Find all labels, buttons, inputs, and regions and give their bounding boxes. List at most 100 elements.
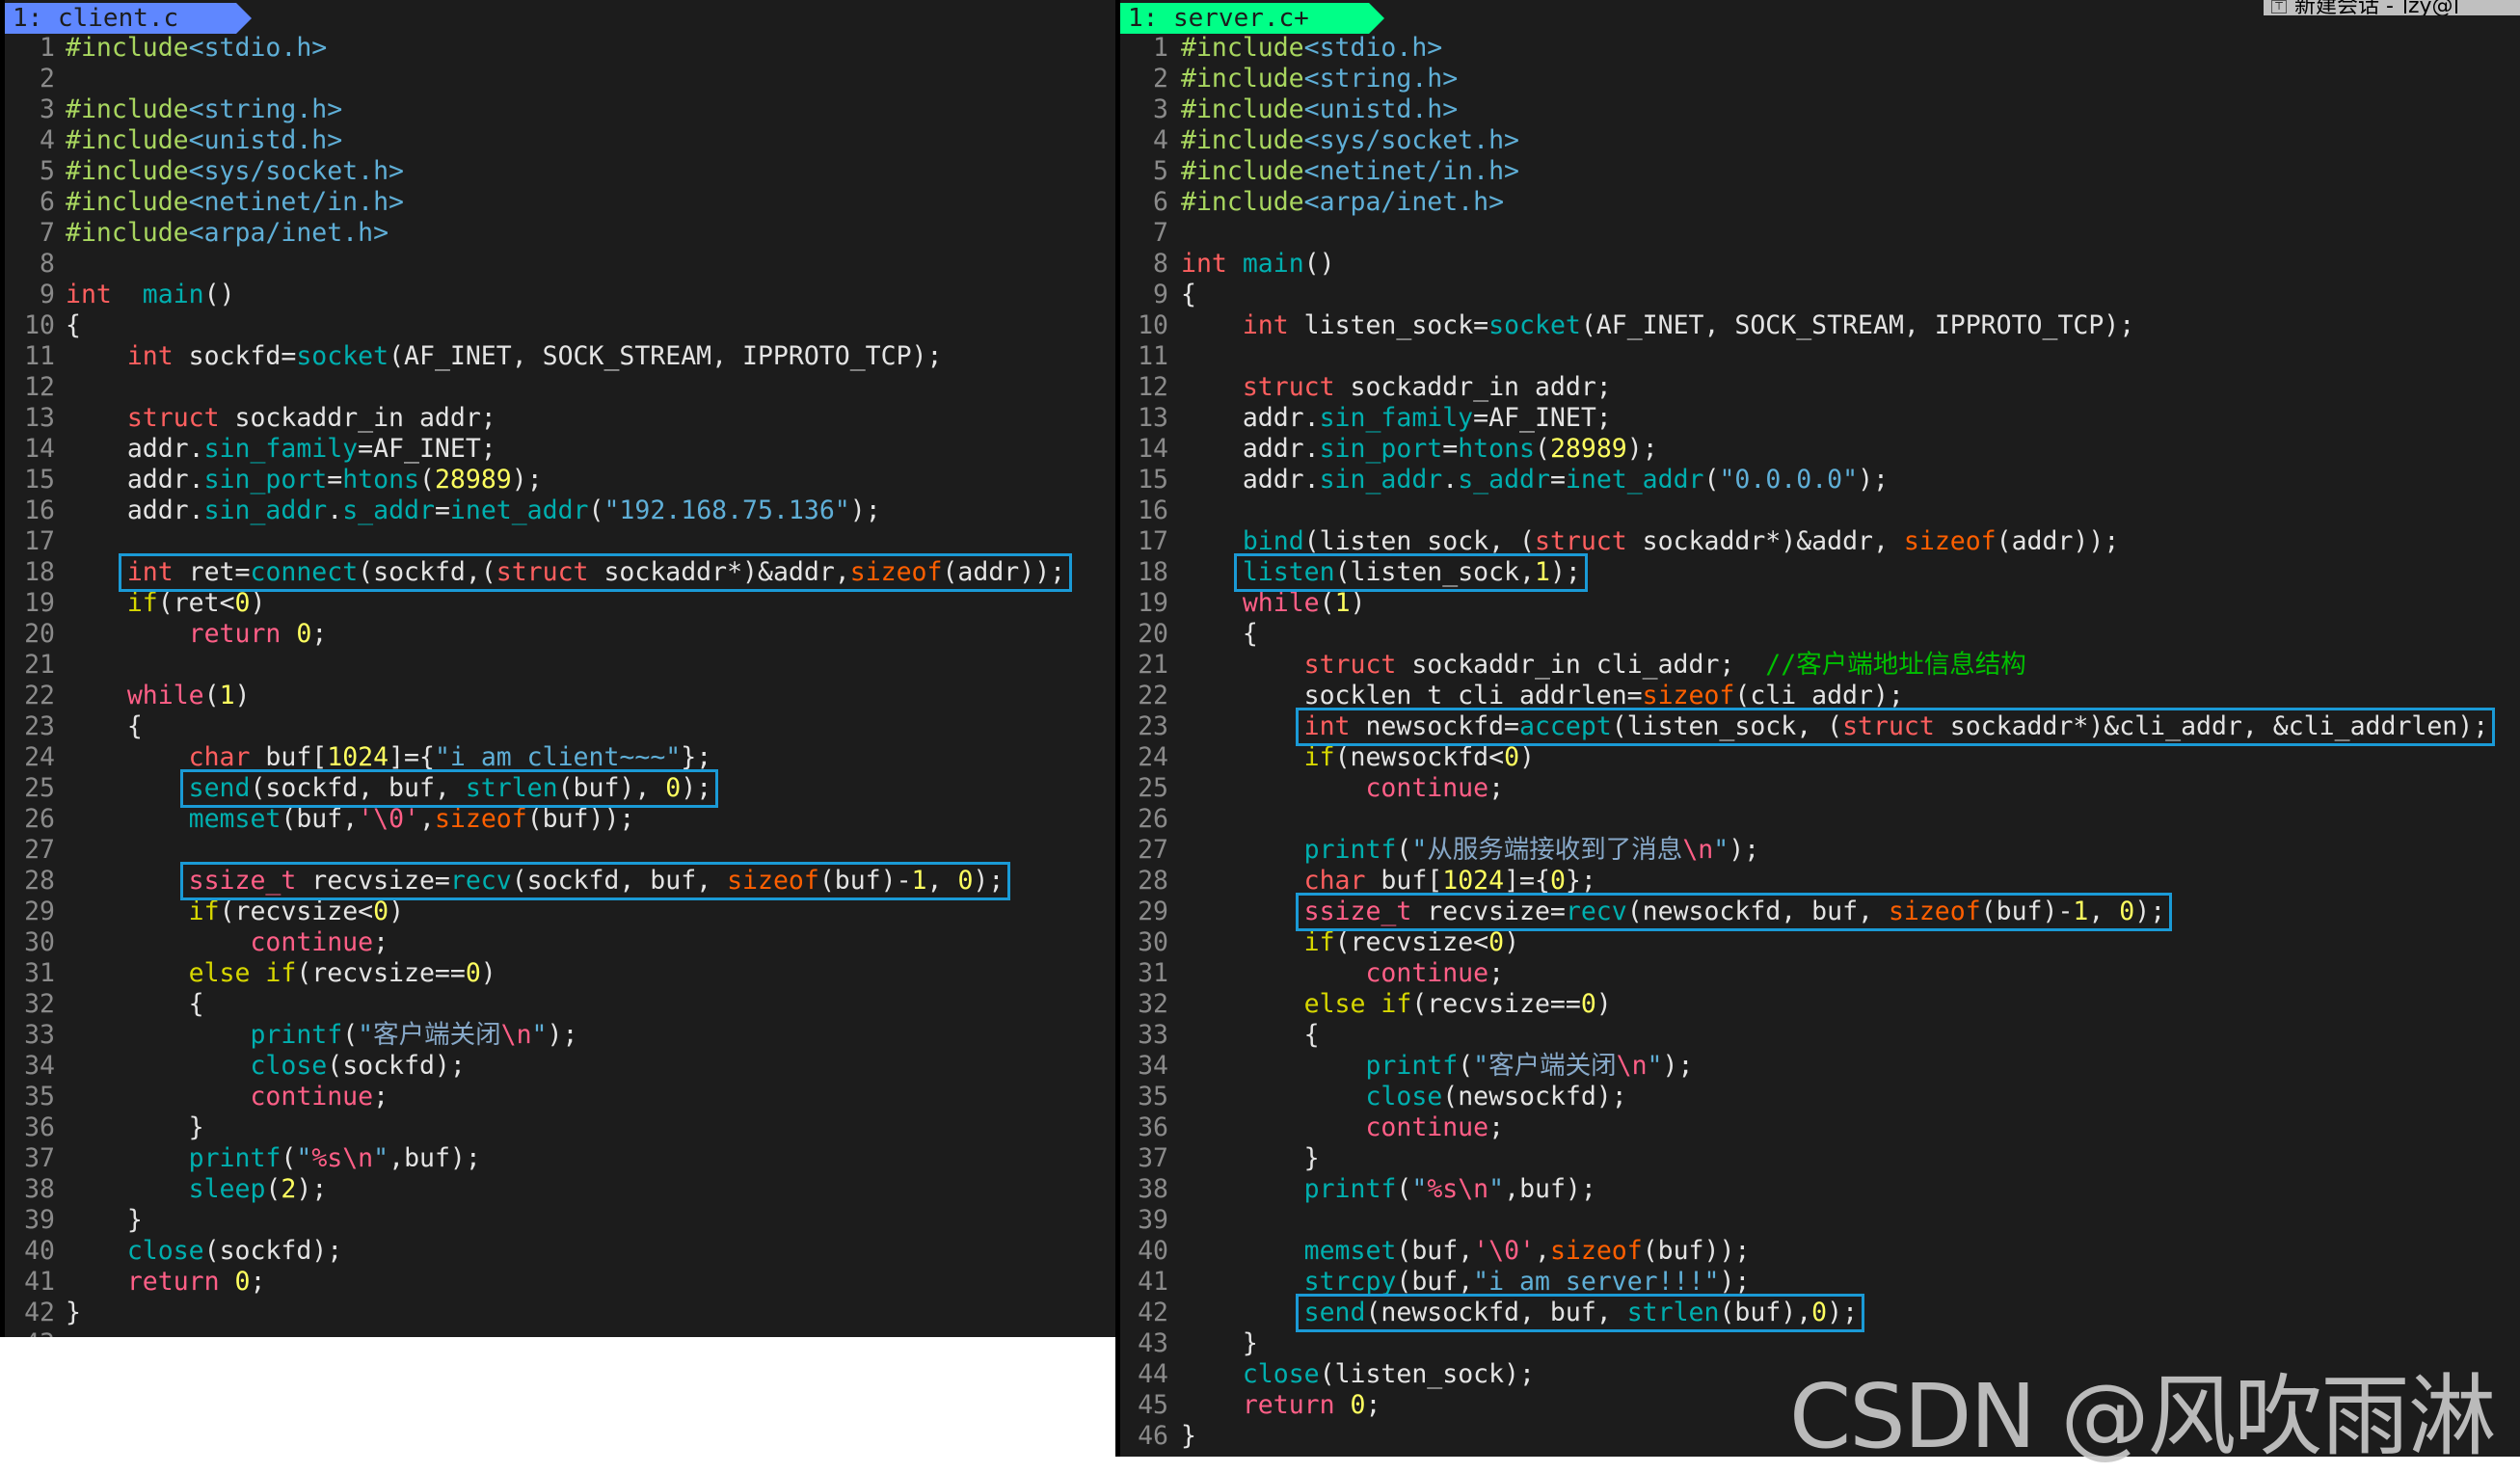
code-line[interactable]: 15 addr.sin_addr.s_addr=inet_addr("0.0.0… — [1120, 465, 2520, 495]
code-line[interactable]: 35 close(newsockfd); — [1120, 1082, 2520, 1112]
code-line[interactable]: 41 return 0; — [5, 1267, 1115, 1298]
code-line[interactable]: 29 ssize_t recvsize=recv(newsockfd, buf,… — [1120, 897, 2520, 927]
code-line[interactable]: 16 addr.sin_addr.s_addr=inet_addr("192.1… — [5, 495, 1115, 526]
code-line[interactable]: 16 — [1120, 495, 2520, 526]
code-line[interactable]: 6 #include<netinet/in.h> — [5, 187, 1115, 218]
code-line[interactable]: 21 — [5, 650, 1115, 681]
tab-client-c[interactable]: 1: client.c — [5, 3, 252, 34]
code-line[interactable]: 11 int sockfd=socket(AF_INET, SOCK_STREA… — [5, 341, 1115, 372]
code-line[interactable]: 1 #include<stdio.h> — [5, 33, 1115, 64]
code-line[interactable]: 27 — [5, 835, 1115, 866]
code-line[interactable]: 8 int main() — [1120, 249, 2520, 280]
code-line[interactable]: 42 send(newsockfd, buf, strlen(buf),0); — [1120, 1298, 2520, 1328]
code-token: socket — [1488, 310, 1581, 340]
code-line[interactable]: 23 int newsockfd=accept(listen_sock, (st… — [1120, 711, 2520, 742]
code-line[interactable]: 17 — [5, 526, 1115, 557]
code-line[interactable]: 5 #include<sys/socket.h> — [5, 156, 1115, 187]
code-line[interactable]: 14 addr.sin_port=htons(28989); — [1120, 434, 2520, 465]
editor-pane-server[interactable]: 1: server.c+ 1 #include<stdio.h> 2 #include… — [1120, 0, 2520, 1457]
code-line[interactable]: 28 char buf[1024]={0}; — [1120, 866, 2520, 897]
code-line[interactable]: 36 continue; — [1120, 1112, 2520, 1143]
code-line[interactable]: 32 { — [5, 989, 1115, 1020]
code-line[interactable]: 22 socklen_t cli_addrlen=sizeof(cli_addr… — [1120, 681, 2520, 711]
code-line[interactable]: 33 { — [1120, 1020, 2520, 1051]
code-line[interactable]: 29 if(recvsize<0) — [5, 897, 1115, 927]
code-line[interactable]: 38 printf("%s\n",buf); — [1120, 1174, 2520, 1205]
code-token: #include — [66, 94, 189, 124]
code-line[interactable]: 18 listen(listen_sock,1); — [1120, 557, 2520, 588]
code-line[interactable]: 34 close(sockfd); — [5, 1051, 1115, 1082]
code-token: sizeof — [1888, 897, 1981, 926]
code-line[interactable]: 24 if(newsockfd<0) — [1120, 742, 2520, 773]
pin-icon[interactable]: ⊤ — [2271, 0, 2287, 13]
code-line[interactable]: 24 char buf[1024]={"i am client~~~"}; — [5, 742, 1115, 773]
code-token: 1 — [2073, 897, 2089, 926]
code-line[interactable]: 6 #include<arpa/inet.h> — [1120, 187, 2520, 218]
code-line[interactable]: 4 #include<unistd.h> — [5, 125, 1115, 156]
code-line[interactable]: 39 — [1120, 1205, 2520, 1236]
code-line[interactable]: 14 addr.sin_family=AF_INET; — [5, 434, 1115, 465]
code-line[interactable]: 41 strcpy(buf,"i am server!!!"); — [1120, 1267, 2520, 1298]
code-line[interactable]: 12 — [5, 372, 1115, 403]
code-line[interactable]: 34 printf("客户端关闭\n"); — [1120, 1051, 2520, 1082]
code-line[interactable]: 43 — [5, 1328, 1115, 1337]
code-line[interactable]: 28 ssize_t recvsize=recv(sockfd, buf, si… — [5, 866, 1115, 897]
code-line[interactable]: 2 #include<string.h> — [1120, 64, 2520, 94]
code-line[interactable]: 18 int ret=connect(sockfd,(struct sockad… — [5, 557, 1115, 588]
code-line[interactable]: 10 int listen_sock=socket(AF_INET, SOCK_… — [1120, 310, 2520, 341]
code-line[interactable]: 2 — [5, 64, 1115, 94]
code-line[interactable]: 38 sleep(2); — [5, 1174, 1115, 1205]
code-line[interactable]: 7 — [1120, 218, 2520, 249]
code-line[interactable]: 13 struct sockaddr_in addr; — [5, 403, 1115, 434]
code-line[interactable]: 3 #include<unistd.h> — [1120, 94, 2520, 125]
code-line[interactable]: 19 while(1) — [1120, 588, 2520, 619]
code-line[interactable]: 1 #include<stdio.h> — [1120, 33, 2520, 64]
code-line[interactable]: 15 addr.sin_port=htons(28989); — [5, 465, 1115, 495]
code-line[interactable]: 37 printf("%s\n",buf); — [5, 1143, 1115, 1174]
code-line[interactable]: 36 } — [5, 1112, 1115, 1143]
code-line[interactable]: 26 memset(buf,'\0',sizeof(buf)); — [5, 804, 1115, 835]
code-token: ( — [1396, 1174, 1412, 1204]
code-line[interactable]: 3 #include<string.h> — [5, 94, 1115, 125]
code-area-server[interactable]: 1 #include<stdio.h> 2 #include<string.h> 3 #i… — [1120, 33, 2520, 1452]
code-line[interactable]: 30 continue; — [5, 927, 1115, 958]
code-area-client[interactable]: 1 #include<stdio.h> 2 3 #include<string.h> 4 #… — [5, 33, 1115, 1337]
code-line[interactable]: 17 bind(listen_sock, (struct sockaddr*)&… — [1120, 526, 2520, 557]
code-token: continue — [250, 927, 374, 957]
code-line[interactable]: 10 { — [5, 310, 1115, 341]
code-line[interactable]: 9 int main() — [5, 280, 1115, 310]
code-line[interactable]: 42} — [5, 1298, 1115, 1328]
code-line[interactable]: 39 } — [5, 1205, 1115, 1236]
code-line[interactable]: 25 send(sockfd, buf, strlen(buf), 0); — [5, 773, 1115, 804]
code-line[interactable]: 7 #include<arpa/inet.h> — [5, 218, 1115, 249]
code-line[interactable]: 21 struct sockaddr_in cli_addr; //客户端地址信… — [1120, 650, 2520, 681]
editor-pane-client[interactable]: 1: client.c 1 #include<stdio.h> 2 3 #include… — [5, 0, 1115, 1337]
session-tab[interactable]: ⊤ 新建会话 - zy@ — [2264, 0, 2520, 15]
code-line[interactable]: 26 — [1120, 804, 2520, 835]
code-line[interactable]: 12 struct sockaddr_in addr; — [1120, 372, 2520, 403]
code-line[interactable]: 32 else if(recvsize==0) — [1120, 989, 2520, 1020]
code-line[interactable]: 31 else if(recvsize==0) — [5, 958, 1115, 989]
code-line[interactable]: 11 — [1120, 341, 2520, 372]
code-line[interactable]: 20 { — [1120, 619, 2520, 650]
code-line[interactable]: 20 return 0; — [5, 619, 1115, 650]
code-line[interactable]: 4 #include<sys/socket.h> — [1120, 125, 2520, 156]
code-line[interactable]: 35 continue; — [5, 1082, 1115, 1112]
code-line[interactable]: 23 { — [5, 711, 1115, 742]
code-line[interactable]: 13 addr.sin_family=AF_INET; — [1120, 403, 2520, 434]
code-line[interactable]: 5 #include<netinet/in.h> — [1120, 156, 2520, 187]
code-line[interactable]: 9{ — [1120, 280, 2520, 310]
code-line[interactable]: 33 printf("客户端关闭\n"); — [5, 1020, 1115, 1051]
code-line[interactable]: 19 if(ret<0) — [5, 588, 1115, 619]
code-line[interactable]: 30 if(recvsize<0) — [1120, 927, 2520, 958]
code-line[interactable]: 22 while(1) — [5, 681, 1115, 711]
code-line[interactable]: 31 continue; — [1120, 958, 2520, 989]
code-line[interactable]: 8 — [5, 249, 1115, 280]
tab-server-c[interactable]: 1: server.c+ — [1120, 3, 1384, 34]
code-line[interactable]: 40 close(sockfd); — [5, 1236, 1115, 1267]
code-line[interactable]: 37 } — [1120, 1143, 2520, 1174]
code-line[interactable]: 27 printf("从服务端接收到了消息\n"); — [1120, 835, 2520, 866]
code-line[interactable]: 25 continue; — [1120, 773, 2520, 804]
code-line[interactable]: 40 memset(buf,'\0',sizeof(buf)); — [1120, 1236, 2520, 1267]
